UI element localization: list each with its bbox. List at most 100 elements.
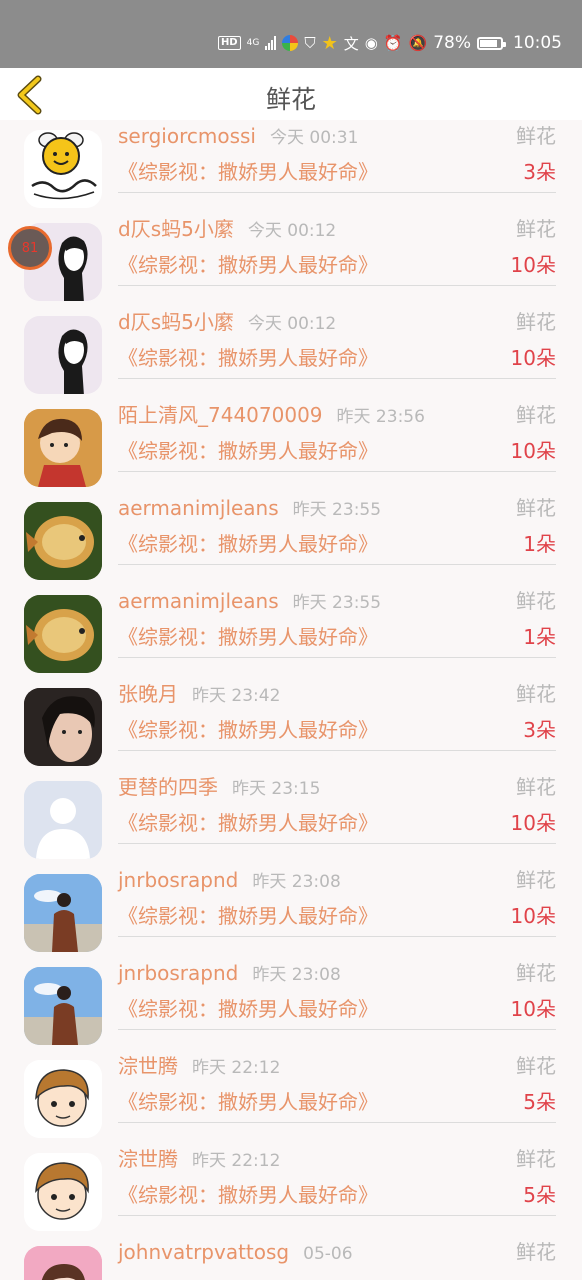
divider <box>118 285 556 286</box>
floating-widget-label: 81 <box>21 240 39 256</box>
avatar[interactable] <box>24 1153 102 1231</box>
gift-label: 鲜花 <box>516 775 556 799</box>
status-bar: HD 4G ⛉ ★ 文 ◉ ⏰ 🔕 78% 10:05 <box>0 0 582 68</box>
list-item[interactable]: 更替的四季 昨天 23:15 鲜花 《综影视：撒娇男人最好命》 10朵 <box>0 771 582 864</box>
list-item[interactable]: jnrbosrapnd 昨天 23:08 鲜花 《综影视：撒娇男人最好命》 10朵 <box>0 864 582 957</box>
star-icon: ★ <box>321 32 338 54</box>
username: 张晚月 <box>118 682 178 706</box>
signal-icon <box>265 36 277 50</box>
username: 陌上清风_744070009 <box>118 403 323 427</box>
username: 淙世腾 <box>118 1147 178 1171</box>
divider <box>118 471 556 472</box>
gift-label: 鲜花 <box>516 310 556 334</box>
avatar[interactable] <box>24 1246 102 1280</box>
bee-logo-icon <box>31 132 97 200</box>
flower-count: 1朵 <box>523 625 556 649</box>
divider <box>118 1122 556 1123</box>
fish-icon <box>24 502 102 580</box>
username: jnrbosrapnd <box>118 961 239 985</box>
gift-label: 鲜花 <box>516 589 556 613</box>
book-title[interactable]: 《综影视：撒娇男人最好命》 <box>118 995 378 1023</box>
anime-boy-icon <box>24 1153 102 1231</box>
timestamp: 昨天 22:12 <box>192 1151 281 1171</box>
list-item[interactable]: 淙世腾 昨天 22:12 鲜花 《综影视：撒娇男人最好命》 5朵 <box>0 1143 582 1236</box>
list-item[interactable]: aermanimjleans 昨天 23:55 鲜花 《综影视：撒娇男人最好命》 … <box>0 585 582 678</box>
flower-count: 1朵 <box>523 532 556 556</box>
gift-label: 鲜花 <box>516 1240 556 1264</box>
gift-label: 鲜花 <box>516 217 556 241</box>
flower-count: 10朵 <box>510 904 556 928</box>
divider <box>118 192 556 193</box>
cartoon-girl-icon <box>24 409 102 487</box>
list-item[interactable]: 张晚月 昨天 23:42 鲜花 《综影视：撒娇男人最好命》 3朵 <box>0 678 582 771</box>
gift-label: 鲜花 <box>516 124 556 148</box>
nav-bar: 鲜花 <box>0 68 582 120</box>
book-title[interactable]: 《综影视：撒娇男人最好命》 <box>118 623 378 651</box>
list-item[interactable]: 陌上清风_744070009 昨天 23:56 鲜花 《综影视：撒娇男人最好命》 … <box>0 399 582 492</box>
timestamp: 今天 00:12 <box>247 221 337 241</box>
avatar[interactable] <box>24 967 102 1045</box>
list-item[interactable]: 淙世腾 昨天 22:12 鲜花 《综影视：撒娇男人最好命》 5朵 <box>0 1050 582 1143</box>
timestamp: 昨天 22:12 <box>192 1058 281 1078</box>
username: sergiorcmossi <box>118 124 256 148</box>
list-item[interactable]: d仄s蚂5小縻 今天 00:12 鲜花 《综影视：撒娇男人最好命》 10朵 <box>0 306 582 399</box>
timestamp: 昨天 23:15 <box>232 779 321 799</box>
avatar[interactable] <box>24 874 102 952</box>
gift-label: 鲜花 <box>516 403 556 427</box>
timestamp: 昨天 23:55 <box>292 500 382 520</box>
gift-label: 鲜花 <box>516 961 556 985</box>
shield-icon: ⛉ <box>304 34 316 52</box>
book-title[interactable]: 《综影视：撒娇男人最好命》 <box>118 809 378 837</box>
list-item[interactable]: aermanimjleans 昨天 23:55 鲜花 《综影视：撒娇男人最好命》 … <box>0 492 582 585</box>
battery-icon <box>477 36 506 50</box>
book-title[interactable]: 《综影视：撒娇男人最好命》 <box>118 1088 378 1116</box>
book-title[interactable]: 《综影视：撒娇男人最好命》 <box>118 902 378 930</box>
book-title[interactable]: 《综影视：撒娇男人最好命》 <box>118 1181 378 1209</box>
username: d仄s蚂5小縻 <box>118 217 234 241</box>
list-item[interactable]: johnvatrpvattosg 05-06 鲜花 <box>0 1236 582 1280</box>
avatar[interactable] <box>24 688 102 766</box>
status-icons: HD 4G ⛉ ★ 文 ◉ ⏰ 🔕 78% 10:05 <box>217 30 562 56</box>
avatar[interactable] <box>24 316 102 394</box>
battery-percent: 78% <box>433 33 471 53</box>
avatar[interactable] <box>24 409 102 487</box>
flower-count: 5朵 <box>523 1183 556 1207</box>
flower-count: 10朵 <box>510 997 556 1021</box>
username: 更替的四季 <box>118 775 218 799</box>
beach-portrait-icon <box>24 967 102 1045</box>
book-title[interactable]: 《综影视：撒娇男人最好命》 <box>118 344 378 372</box>
book-title[interactable]: 《综影视：撒娇男人最好命》 <box>118 158 378 186</box>
divider <box>118 843 556 844</box>
divider <box>118 657 556 658</box>
pink-girl-icon <box>24 1246 102 1280</box>
list-item[interactable]: sergiorcmossi 今天 00:31 鲜花 《综影视：撒娇男人最好命》 3… <box>0 120 582 213</box>
list-item[interactable]: d仄s蚂5小縻 今天 00:12 鲜花 《综影视：撒娇男人最好命》 10朵 <box>0 213 582 306</box>
book-title[interactable]: 《综影视：撒娇男人最好命》 <box>118 530 378 558</box>
fish-icon <box>24 595 102 673</box>
avatar[interactable] <box>24 502 102 580</box>
gift-label: 鲜花 <box>516 682 556 706</box>
gift-label: 鲜花 <box>516 496 556 520</box>
book-title[interactable]: 《综影视：撒娇男人最好命》 <box>118 437 378 465</box>
username: aermanimjleans <box>118 496 279 520</box>
username: 淙世腾 <box>118 1054 178 1078</box>
divider <box>118 936 556 937</box>
avatar[interactable] <box>24 595 102 673</box>
list-item[interactable]: jnrbosrapnd 昨天 23:08 鲜花 《综影视：撒娇男人最好命》 10朵 <box>0 957 582 1050</box>
timestamp: 今天 00:12 <box>247 314 337 334</box>
floating-widget[interactable]: 81 <box>8 226 52 270</box>
avatar[interactable] <box>24 1060 102 1138</box>
avatar[interactable] <box>24 781 102 859</box>
divider <box>118 564 556 565</box>
flower-count: 3朵 <box>523 160 556 184</box>
app-notification-icon <box>282 35 299 51</box>
username: aermanimjleans <box>118 589 279 613</box>
divider <box>118 378 556 379</box>
book-title[interactable]: 《综影视：撒娇男人最好命》 <box>118 716 378 744</box>
book-title[interactable]: 《综影视：撒娇男人最好命》 <box>118 251 378 279</box>
beach-portrait-icon <box>24 874 102 952</box>
flower-list: sergiorcmossi 今天 00:31 鲜花 《综影视：撒娇男人最好命》 3… <box>0 120 582 1280</box>
avatar[interactable] <box>24 130 102 208</box>
mute-icon: 🔕 <box>408 34 428 52</box>
username: jnrbosrapnd <box>118 868 239 892</box>
